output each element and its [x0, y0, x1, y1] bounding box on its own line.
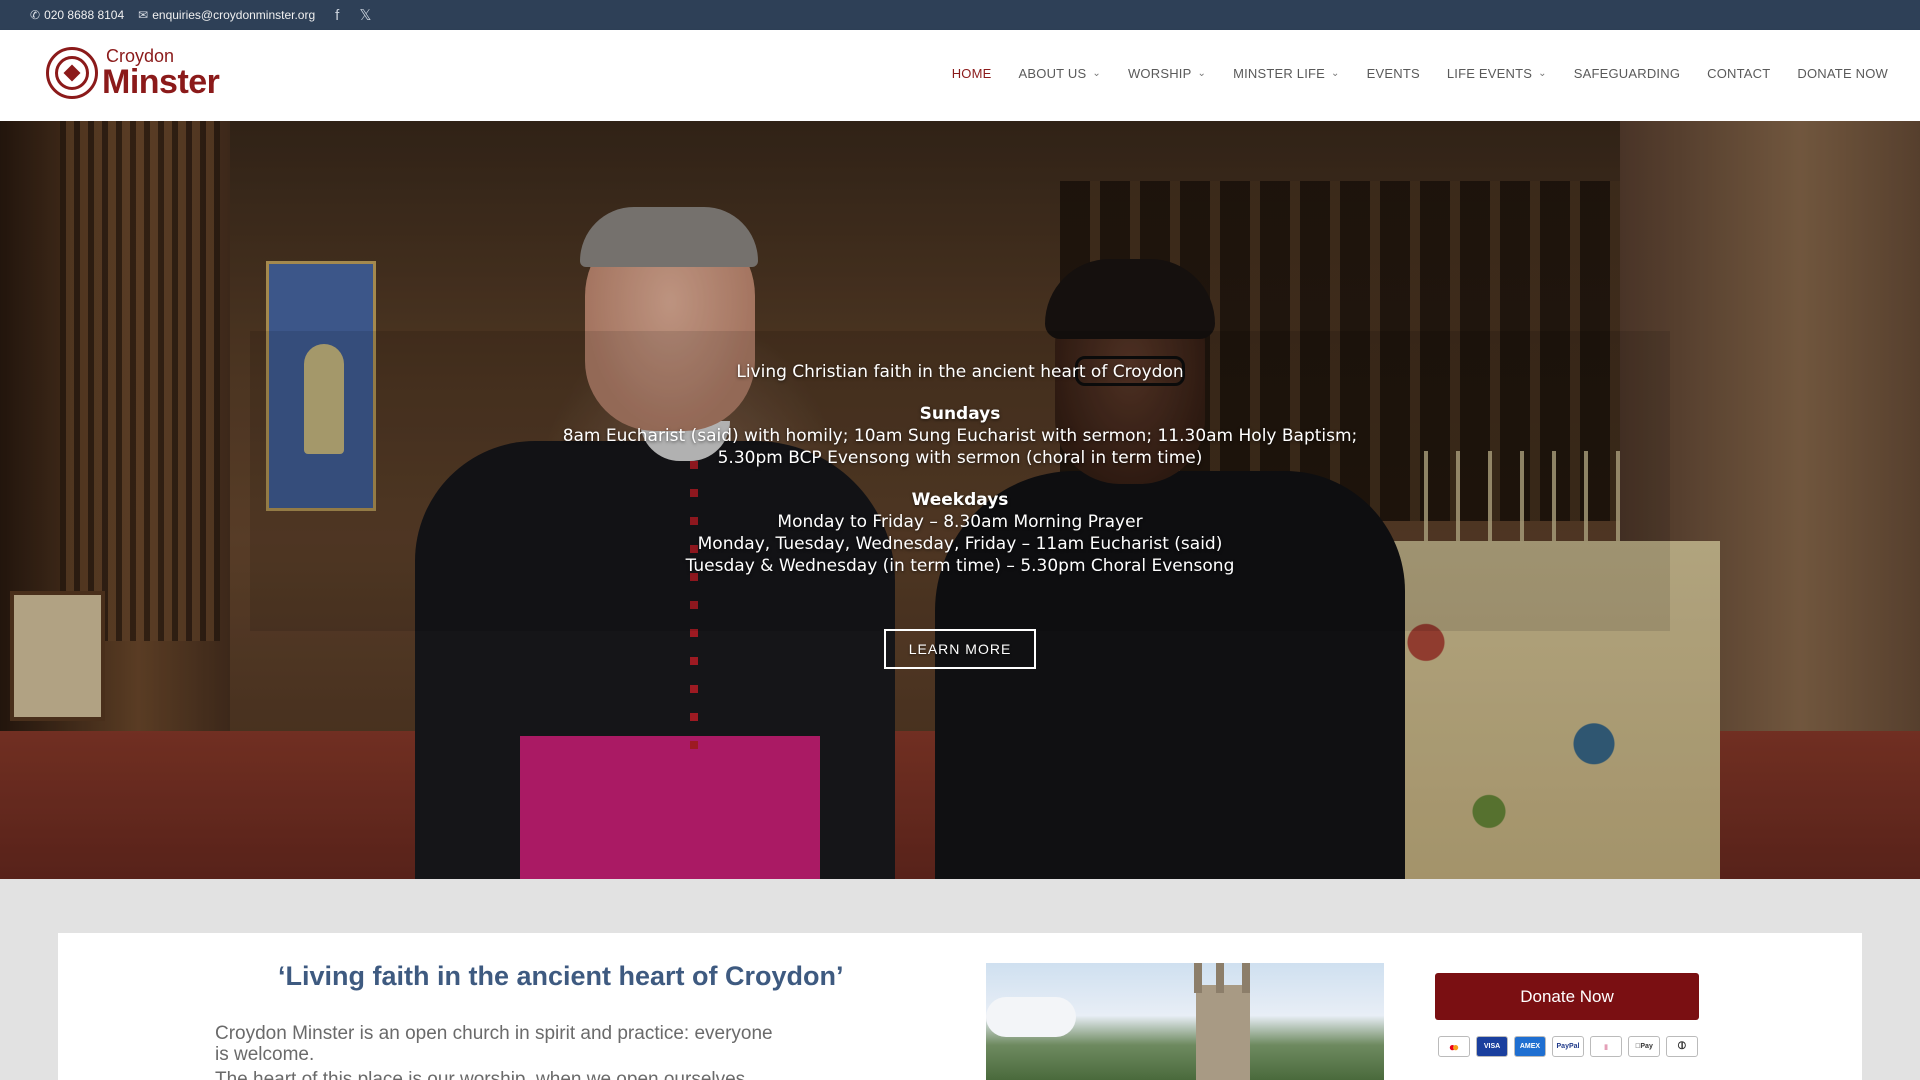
email-address: enquiries@croydonminster.org	[152, 8, 316, 22]
card-icon: ▮	[1590, 1036, 1622, 1057]
service-times: Living Christian faith in the ancient he…	[560, 361, 1360, 577]
top-bar: ✆ 020 8688 8104 ✉ enquiries@croydonminst…	[0, 0, 1920, 30]
hero-tagline: Living Christian faith in the ancient he…	[736, 362, 1184, 382]
mastercard-icon: ● ●	[1438, 1036, 1470, 1057]
phone-icon: ✆	[30, 8, 41, 22]
chevron-down-icon: ⌄	[1092, 68, 1101, 79]
x-icon[interactable]: 𝕏	[359, 6, 371, 24]
logo-text-big: Minster	[102, 63, 220, 101]
nav-safeguarding[interactable]: SAFEGUARDING	[1574, 66, 1680, 81]
donate-now-button[interactable]: Donate Now	[1435, 973, 1699, 1020]
phone-number: 020 8688 8104	[44, 8, 125, 22]
sundays-text: 8am Eucharist (said) with homily; 10am S…	[562, 426, 1358, 468]
minster-tower-image	[986, 963, 1384, 1080]
intro-paragraph: Croydon Minster is an open church in spi…	[215, 1023, 773, 1065]
sundays-heading: Sundays	[919, 404, 1001, 424]
chevron-down-icon: ⌄	[1197, 68, 1207, 79]
amex-icon: AMEX	[1514, 1036, 1546, 1057]
envelope-icon: ✉	[138, 8, 149, 22]
rose-emblem-icon	[46, 47, 98, 99]
phone-link[interactable]: ✆ 020 8688 8104	[30, 8, 124, 22]
email-link[interactable]: ✉ enquiries@croydonminster.org	[138, 8, 315, 22]
learn-more-button[interactable]: LEARN MORE	[884, 629, 1036, 669]
nav-minster-life[interactable]: MINSTER LIFE ⌄	[1233, 66, 1340, 81]
paypal-icon: PayPal	[1552, 1036, 1584, 1057]
nav-home[interactable]: HOME	[952, 66, 992, 81]
intro-paragraph-2: The heart of this place is our worship, …	[215, 1069, 746, 1080]
facebook-icon[interactable]: f	[335, 7, 339, 24]
intro-title: ‘Living faith in the ancient heart of Cr…	[278, 961, 844, 991]
weekdays-heading: Weekdays	[911, 490, 1009, 510]
weekdays-line: Tuesday & Wednesday (in term time) – 5.3…	[685, 556, 1235, 576]
payment-methods: ●● VISA AMEX PayPal ▮ Pay ⦶	[1438, 1036, 1698, 1057]
nav-donate-now[interactable]: DONATE NOW	[1797, 66, 1888, 81]
site-header: Croydon Minster HOME ABOUT US ⌄ WORSHIP ⌄ …	[0, 30, 1920, 121]
chevron-down-icon: ⌄	[1538, 68, 1547, 79]
chevron-down-icon: ⌄	[1331, 68, 1340, 79]
visa-icon: VISA	[1476, 1036, 1508, 1057]
nav-worship[interactable]: WORSHIP ⌄	[1128, 66, 1206, 81]
nav-events[interactable]: EVENTS	[1367, 66, 1420, 81]
nav-contact[interactable]: CONTACT	[1707, 66, 1770, 81]
main-nav: HOME ABOUT US ⌄ WORSHIP ⌄ MINSTER LIFE ⌄ EV…	[952, 66, 1888, 81]
intro-card: ‘Living faith in the ancient heart of Cr…	[58, 933, 1862, 1080]
site-logo[interactable]: Croydon Minster	[46, 47, 220, 101]
hero-banner: Living Christian faith in the ancient he…	[0, 121, 1920, 879]
apple-pay-icon: Pay	[1628, 1036, 1660, 1057]
nav-about-us[interactable]: ABOUT US ⌄	[1019, 66, 1101, 81]
weekdays-line: Monday, Tuesday, Wednesday, Friday – 11a…	[697, 534, 1223, 554]
diners-club-icon: ⦶	[1666, 1036, 1698, 1057]
nav-life-events[interactable]: LIFE EVENTS ⌄	[1447, 66, 1547, 81]
weekdays-line: Monday to Friday – 8.30am Morning Prayer	[777, 512, 1143, 532]
